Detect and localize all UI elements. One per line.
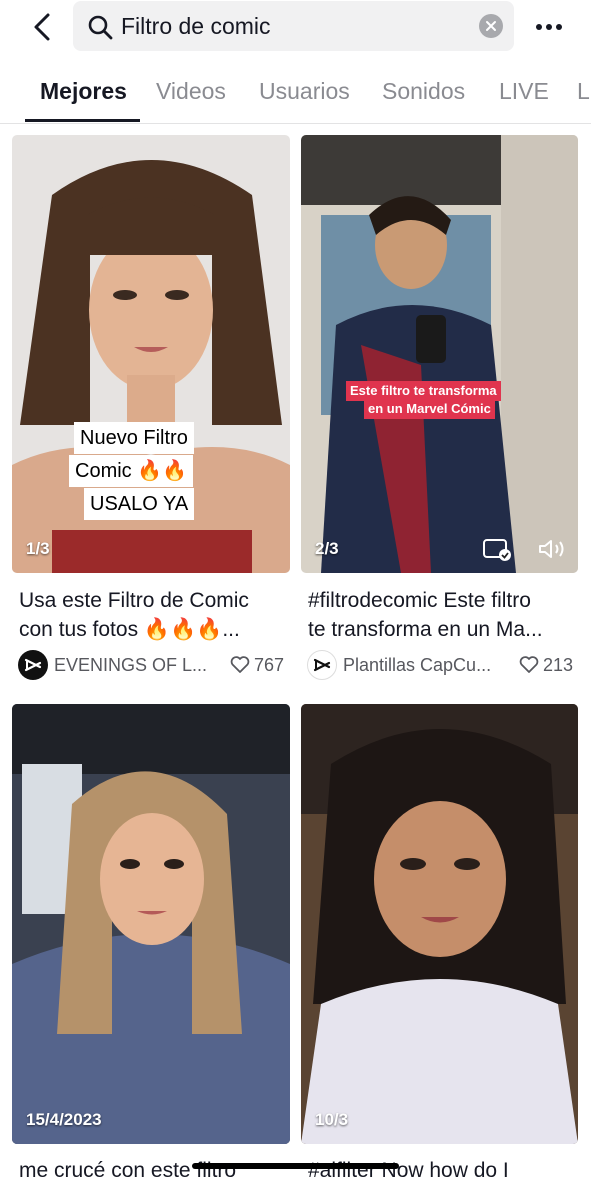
heart-icon [230, 656, 250, 673]
video-thumbnail[interactable]: Nuevo Filtro Comic 🔥🔥 USALO YA 1/3 [12, 135, 290, 573]
caption-line: con tus fotos 🔥🔥🔥... [19, 618, 240, 641]
photo-mode-icon [483, 539, 511, 561]
caption-line: #aifilter Now how do I [308, 1159, 509, 1182]
photo-counter: 2/3 [315, 539, 339, 558]
avatar[interactable] [307, 650, 337, 680]
caption-line: Usa este Filtro de Comic [19, 589, 249, 612]
chevron-left-icon [34, 13, 50, 41]
search-input[interactable] [121, 1, 461, 51]
clear-search-button[interactable] [479, 14, 503, 38]
overlay-caption: Comic 🔥🔥 [69, 455, 194, 487]
thumbnail-image [301, 704, 578, 1144]
search-header [0, 0, 591, 56]
like-count: 213 [519, 655, 573, 676]
video-caption: Usa este Filtro de Comic con tus fotos 🔥… [19, 586, 289, 644]
search-bar[interactable] [73, 1, 514, 51]
heart-icon [519, 656, 539, 673]
author-name[interactable]: EVENINGS OF L... [54, 655, 207, 676]
author-name[interactable]: Plantillas CapCu... [343, 655, 491, 676]
tab-lugares[interactable]: Lu [577, 78, 591, 105]
more-options-button[interactable] [532, 10, 566, 44]
overlay-caption: Este filtro te transforma [346, 381, 501, 401]
overlay-caption: en un Marvel Cómic [364, 399, 495, 419]
capcut-logo-icon [24, 658, 42, 672]
search-tabs: Mejores Videos Usuarios Sonidos LIVE Lu [0, 62, 591, 124]
photo-counter: 10/3 [315, 1110, 349, 1129]
overlay-caption: Nuevo Filtro [74, 422, 194, 454]
caption-line: #filtrodecomic Este filtro [308, 589, 531, 612]
thumbnail-image [301, 135, 578, 573]
video-caption: me crucé con este filtro [19, 1156, 289, 1184]
avatar[interactable] [18, 650, 48, 680]
caption-line: me crucé con este filtro [19, 1159, 237, 1182]
overlay-caption: USALO YA [84, 488, 195, 520]
video-meta: Plantillas CapCu... 213 [307, 650, 573, 680]
video-caption: #aifilter Now how do I [308, 1156, 578, 1184]
date-label: 15/4/2023 [26, 1110, 102, 1129]
capcut-logo-icon [313, 658, 331, 672]
more-horizontal-icon [536, 24, 562, 30]
speaker-icon [539, 540, 564, 558]
like-count-value: 213 [542, 654, 573, 675]
video-thumbnail[interactable]: Este filtro te transforma en un Marvel C… [301, 135, 578, 573]
like-count-value: 767 [253, 654, 284, 675]
back-button[interactable] [26, 10, 58, 44]
tab-usuarios[interactable]: Usuarios [259, 78, 350, 105]
active-tab-indicator [25, 119, 140, 122]
thumbnail-image [12, 704, 290, 1144]
close-icon [486, 21, 496, 31]
caption-line: te transforma en un Ma... [308, 618, 543, 641]
volume-button[interactable] [537, 537, 567, 566]
video-thumbnail[interactable]: 15/4/2023 [12, 704, 290, 1144]
video-meta: EVENINGS OF L... 767 [18, 650, 284, 680]
like-count: 767 [230, 655, 284, 676]
home-indicator[interactable] [192, 1163, 399, 1169]
photo-mode-button[interactable] [482, 537, 512, 566]
search-icon [88, 15, 113, 40]
video-caption: #filtrodecomic Este filtro te transforma… [308, 586, 578, 644]
tab-sonidos[interactable]: Sonidos [382, 78, 465, 105]
video-thumbnail[interactable]: 10/3 [301, 704, 578, 1144]
tab-mejores[interactable]: Mejores [40, 78, 127, 105]
tab-videos[interactable]: Videos [156, 78, 226, 105]
photo-counter: 1/3 [26, 539, 50, 558]
tab-live[interactable]: LIVE [499, 78, 549, 105]
